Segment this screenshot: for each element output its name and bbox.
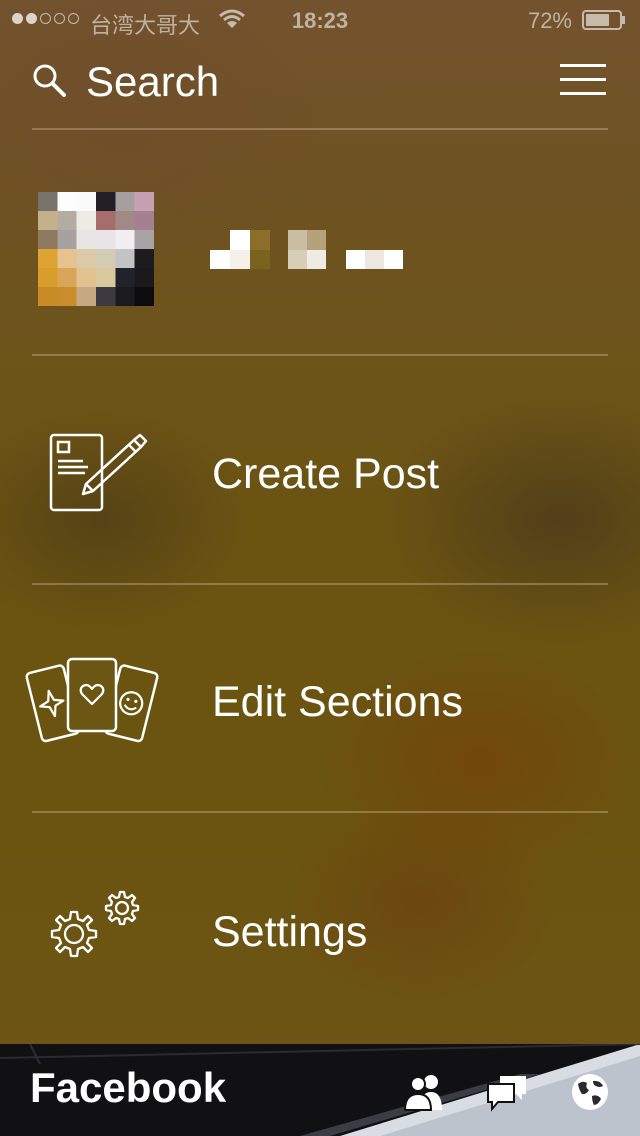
menu-item-create-post[interactable]: Create Post	[0, 370, 640, 570]
divider	[32, 583, 608, 585]
messages-icon[interactable]	[486, 1072, 528, 1112]
menu-item-label: Settings	[212, 908, 368, 956]
gear-icon	[50, 890, 140, 958]
menu-item-label: Edit Sections	[212, 678, 463, 726]
username-redacted	[210, 230, 403, 269]
compose-icon	[49, 433, 148, 512]
avatar[interactable]	[38, 192, 154, 306]
divider	[32, 354, 608, 356]
battery-icon	[582, 10, 625, 30]
menu-item-label: Create Post	[212, 450, 440, 498]
hamburger-menu-icon[interactable]	[560, 63, 606, 97]
status-bar: 台湾大哥大 18:23 72%	[0, 0, 640, 40]
app-brand: Facebook	[30, 1064, 227, 1111]
friends-icon[interactable]	[402, 1072, 448, 1112]
battery-percent: 72%	[527, 8, 572, 33]
globe-icon[interactable]	[570, 1072, 610, 1112]
menu-item-settings[interactable]: Settings	[0, 830, 640, 1030]
menu-item-edit-sections[interactable]: Edit Sections	[0, 600, 640, 800]
divider	[32, 811, 608, 813]
divider	[32, 128, 608, 130]
search-icon	[33, 64, 66, 97]
search-bar[interactable]: Search	[32, 55, 608, 107]
search-label: Search	[86, 58, 220, 105]
bottom-bar: Facebook	[0, 1044, 640, 1136]
cards-icon	[25, 657, 159, 743]
